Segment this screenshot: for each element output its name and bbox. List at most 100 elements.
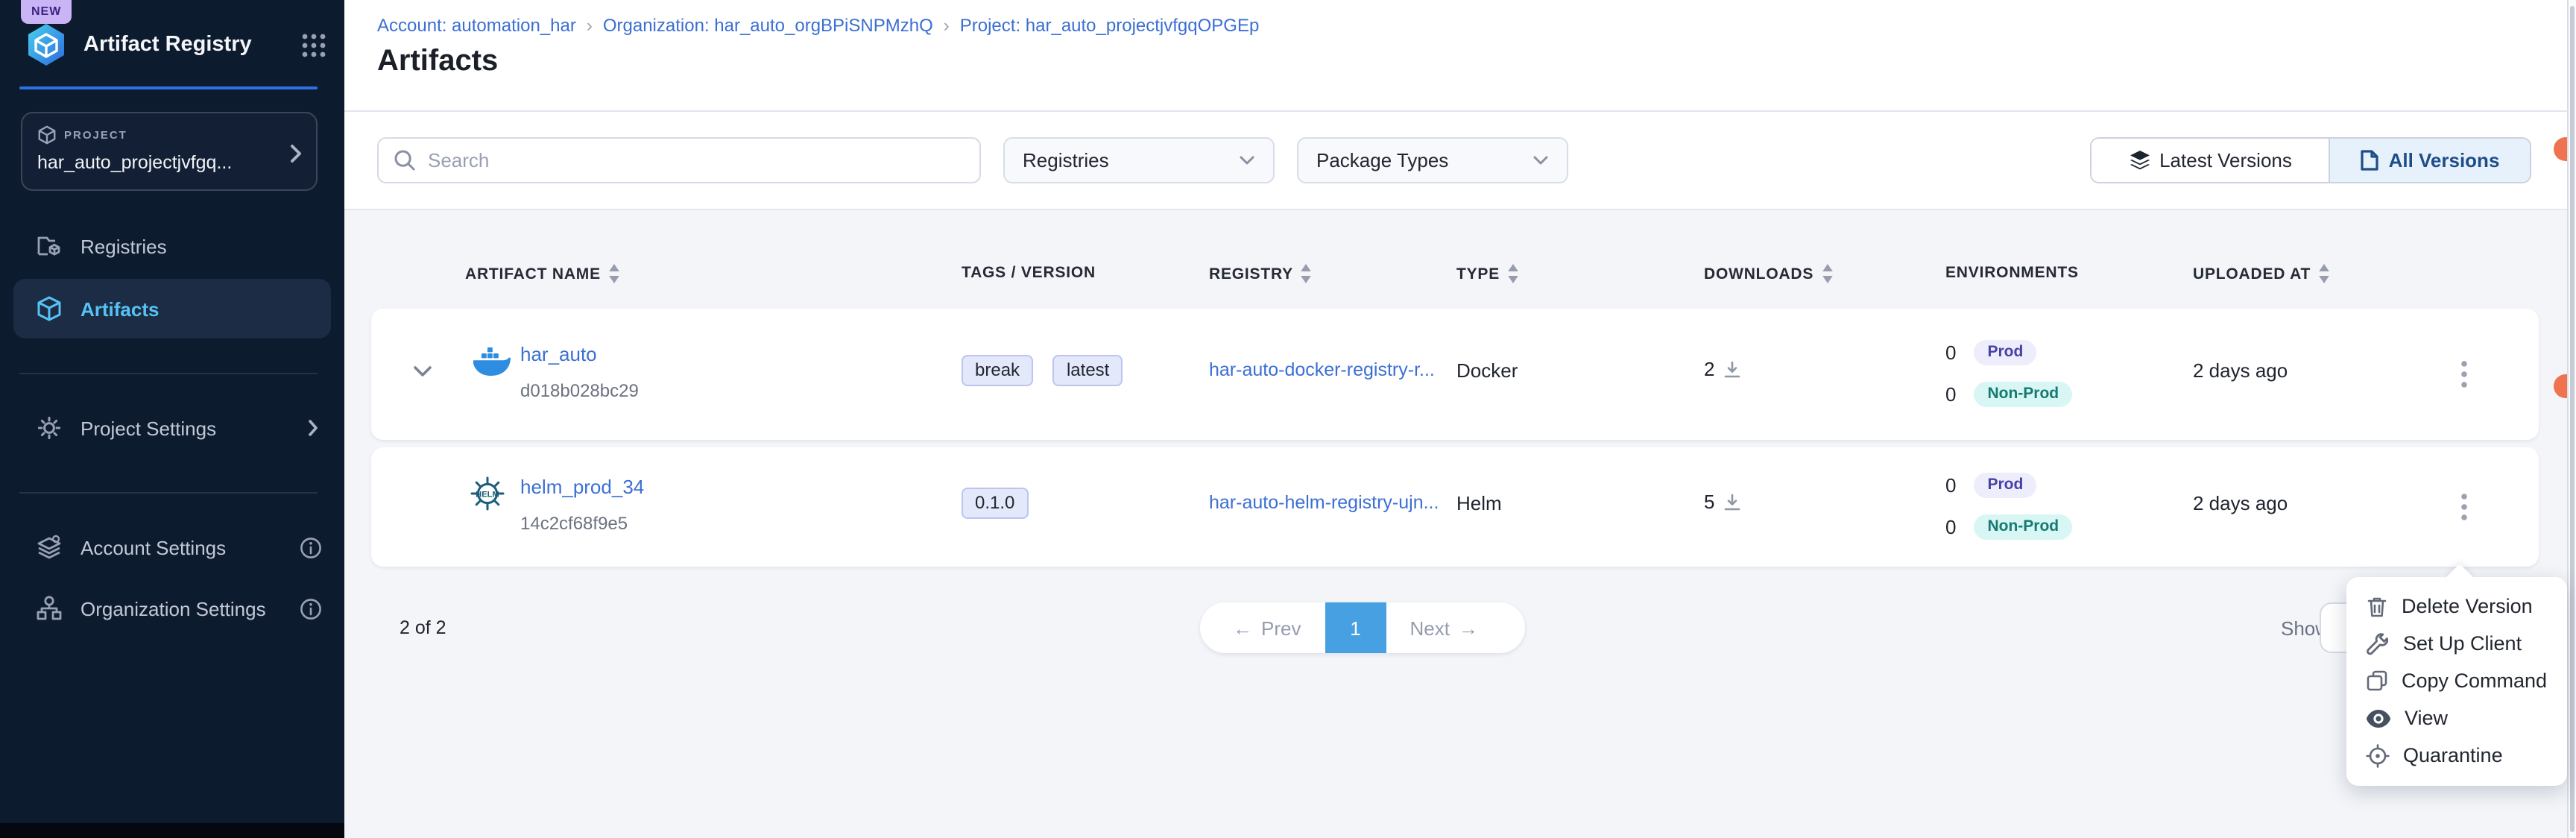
sidebar-item-label: Artifacts [80, 297, 331, 320]
version-badge: 0.1.0 [962, 488, 1028, 519]
tag-badge: latest [1053, 355, 1123, 386]
chevron-down-icon [1532, 155, 1549, 166]
sidebar-item-registries[interactable]: Registries [13, 224, 331, 268]
breadcrumb-separator: › [944, 15, 950, 36]
filter-label: Registries [1023, 149, 1109, 171]
menu-item-copy-command[interactable]: Copy Command [2346, 662, 2567, 699]
page-number-button[interactable]: 1 [1325, 602, 1386, 653]
app-window: NEW Artifact Registry [0, 0, 2576, 838]
breadcrumb-account[interactable]: Account: automation_har [377, 15, 576, 36]
artifact-name-link[interactable]: har_auto [520, 343, 597, 365]
search-input[interactable] [428, 149, 965, 171]
page-title: Artifacts [377, 45, 498, 79]
registries-folder-icon [36, 233, 63, 259]
sidebar-item-artifacts[interactable]: Artifacts [13, 279, 331, 338]
trash-icon [2366, 594, 2388, 618]
app-logo-icon [24, 22, 69, 67]
sidebar-item-project-settings[interactable]: Project Settings [13, 406, 331, 450]
svg-text:HELM: HELM [476, 490, 499, 499]
menu-item-view[interactable]: View [2346, 699, 2567, 737]
row-expander-chevron[interactable] [413, 365, 432, 377]
toggle-label: Latest Versions [2159, 149, 2292, 171]
sidebar-item-account-settings[interactable]: Account Settings [13, 525, 331, 570]
breadcrumb: Account: automation_har › Organization: … [377, 15, 1259, 36]
sidebar-item-organization-settings[interactable]: Organization Settings [13, 586, 331, 631]
grid-menu-icon[interactable] [301, 32, 326, 57]
breadcrumb-organization[interactable]: Organization: har_auto_orgBPiSNPMzhQ [603, 15, 933, 36]
info-icon[interactable] [300, 597, 322, 620]
column-header-artifact-name[interactable]: ARTIFACT NAME [465, 264, 620, 283]
version-view-toggle: Latest Versions All Versions [2090, 137, 2531, 183]
column-label: DOWNLOADS [1704, 265, 1813, 283]
column-header-downloads[interactable]: DOWNLOADS [1704, 264, 1833, 283]
column-label: REGISTRY [1209, 265, 1293, 283]
menu-item-label: Quarantine [2403, 744, 2503, 766]
breadcrumb-project[interactable]: Project: har_auto_projectjvfgqOPGEp [960, 15, 1260, 36]
row-actions-kebab-button[interactable] [2446, 356, 2482, 392]
breadcrumb-separator: › [587, 15, 593, 36]
env-count: 0 [1945, 341, 1956, 364]
menu-item-label: Copy Command [2402, 670, 2547, 692]
project-selector-value: har_auto_projectjvfgq... [37, 152, 301, 173]
artifacts-cube-icon [36, 295, 63, 322]
menu-item-delete-version[interactable]: Delete Version [2346, 587, 2567, 625]
row-actions-kebab-button[interactable] [2446, 489, 2482, 525]
registries-filter-dropdown[interactable]: Registries [1003, 137, 1275, 183]
all-versions-button[interactable]: All Versions [2330, 139, 2530, 182]
column-header-type[interactable]: TYPE [1456, 264, 1519, 283]
environment-prod: 0 Prod [1945, 473, 2036, 498]
tags-cell: break latest [962, 355, 1136, 386]
env-count: 0 [1945, 383, 1956, 406]
latest-versions-button[interactable]: Latest Versions [2092, 139, 2330, 182]
registry-link[interactable]: har-auto-helm-registry-ujn... [1209, 492, 1439, 513]
chevron-right-icon [307, 419, 319, 437]
package-types-filter-dropdown[interactable]: Package Types [1297, 137, 1568, 183]
organization-icon [36, 595, 63, 622]
column-label: ARTIFACT NAME [465, 265, 601, 283]
pagination-summary: 2 of 2 [400, 617, 446, 638]
toolbar: Registries Package Types [344, 113, 2567, 210]
tags-cell: 0.1.0 [962, 488, 1041, 519]
account-layers-icon [36, 534, 63, 561]
type-cell: Docker [1456, 359, 1518, 382]
prod-badge: Prod [1974, 473, 2036, 498]
filter-label: Package Types [1316, 149, 1448, 171]
env-count: 0 [1945, 474, 1956, 497]
prod-badge: Prod [1974, 340, 2036, 365]
registry-link[interactable]: har-auto-docker-registry-r... [1209, 359, 1435, 380]
sidebar-item-label: Organization Settings [80, 597, 300, 620]
type-cell: Helm [1456, 492, 1502, 514]
next-page-button[interactable]: Next → [1386, 602, 1501, 653]
menu-item-set-up-client[interactable]: Set Up Client [2346, 625, 2567, 662]
menu-item-quarantine[interactable]: Quarantine [2346, 737, 2567, 774]
toggle-label: All Versions [2389, 149, 2500, 171]
column-label: TAGS / VERSION [962, 264, 1096, 282]
scrollbar-thumb[interactable] [2570, 6, 2575, 832]
column-header-registry[interactable]: REGISTRY [1209, 264, 1313, 283]
info-icon[interactable] [300, 536, 322, 558]
env-count: 0 [1945, 516, 1956, 538]
wrench-icon [2366, 631, 2390, 655]
table-row: HELM helm_prod_34 14c2cf68f9e5 0.1.0 har… [371, 447, 2539, 567]
downloads-cell: 5 [1704, 491, 1741, 513]
quarantine-icon [2366, 743, 2390, 767]
prev-page-button[interactable]: ← Prev [1209, 602, 1325, 653]
nonprod-badge: Non-Prod [1974, 514, 2072, 540]
uploaded-at-cell: 2 days ago [2193, 492, 2288, 514]
artifact-name-link[interactable]: helm_prod_34 [520, 476, 644, 498]
download-icon [1723, 493, 1741, 511]
column-label: ENVIRONMENTS [1945, 264, 2079, 282]
downloads-count: 5 [1704, 491, 1714, 513]
column-header-uploaded-at[interactable]: UPLOADED AT [2193, 264, 2330, 283]
column-header-tags-version: TAGS / VERSION [962, 264, 1096, 282]
sidebar-item-label: Project Settings [80, 417, 307, 439]
sort-icon [2318, 264, 2330, 283]
downloads-cell: 2 [1704, 358, 1741, 380]
project-selector[interactable]: PROJECT har_auto_projectjvfgq... [21, 112, 318, 191]
artifact-digest: 14c2cf68f9e5 [520, 513, 628, 534]
document-icon [2361, 149, 2380, 171]
environment-nonprod: 0 Non-Prod [1945, 514, 2072, 540]
eye-icon [2366, 709, 2391, 727]
sidebar-item-label: Registries [80, 235, 331, 257]
environment-prod: 0 Prod [1945, 340, 2036, 365]
